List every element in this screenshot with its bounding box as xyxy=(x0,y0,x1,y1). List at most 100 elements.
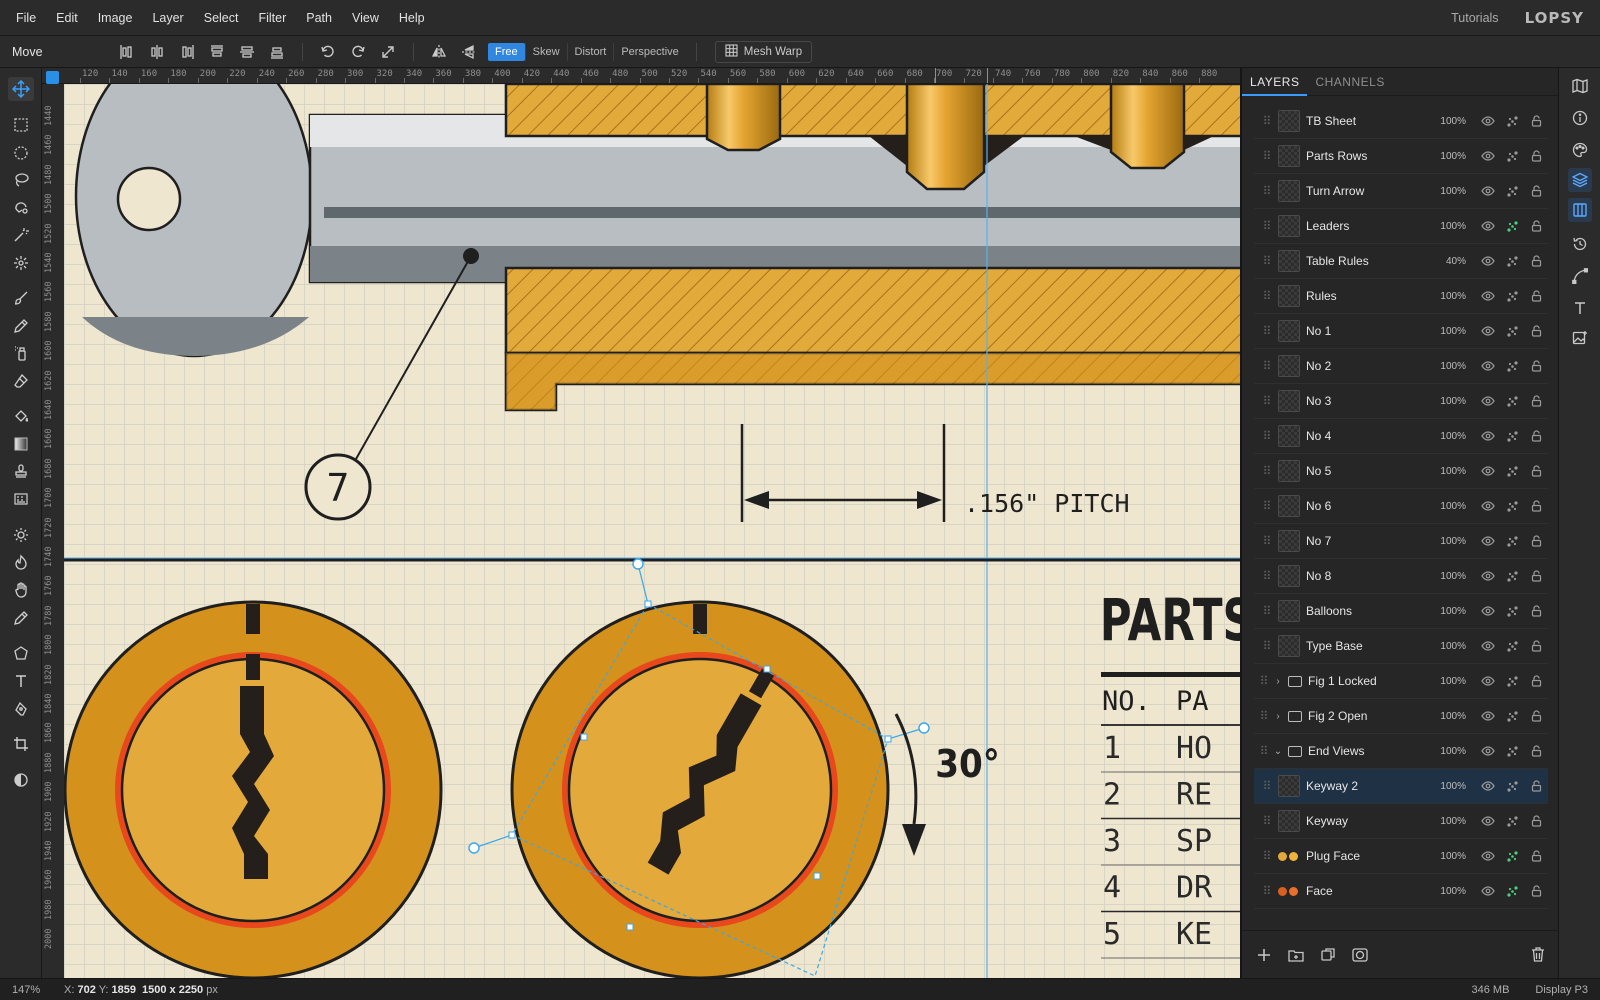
zoom-level[interactable]: 147% xyxy=(0,984,58,996)
drag-handle-icon[interactable]: ⠿ xyxy=(1254,499,1278,513)
effects-icon[interactable] xyxy=(1500,535,1524,548)
layer-row[interactable]: ⠿ Balloons 100% xyxy=(1254,594,1548,629)
layer-mask-icon[interactable] xyxy=(1350,945,1370,965)
effects-icon[interactable] xyxy=(1500,675,1524,688)
effects-icon[interactable] xyxy=(1500,185,1524,198)
lock-icon[interactable] xyxy=(1524,255,1548,267)
eye-icon[interactable] xyxy=(1476,186,1500,196)
tab-channels[interactable]: CHANNELS xyxy=(1307,68,1392,96)
layer-row[interactable]: ⠿ Turn Arrow 100% xyxy=(1254,174,1548,209)
burn-icon[interactable] xyxy=(8,550,34,574)
lock-icon[interactable] xyxy=(1524,430,1548,442)
layer-opacity[interactable]: 100% xyxy=(1432,291,1466,302)
layer-row[interactable]: ⠿ No 1 100% xyxy=(1254,314,1548,349)
layer-row[interactable]: ⠿ Keyway 100% xyxy=(1254,804,1548,839)
pattern-icon[interactable] xyxy=(8,487,34,511)
drag-handle-icon[interactable]: ⠿ xyxy=(1254,779,1278,793)
lock-icon[interactable] xyxy=(1524,570,1548,582)
drag-handle-icon[interactable]: ⠿ xyxy=(1254,464,1278,478)
pencil-icon[interactable] xyxy=(8,314,34,338)
effects-icon[interactable] xyxy=(1500,605,1524,618)
effects-icon[interactable] xyxy=(1500,465,1524,478)
dodge-icon[interactable] xyxy=(8,523,34,547)
layer-opacity[interactable]: 100% xyxy=(1432,186,1466,197)
eye-icon[interactable] xyxy=(1476,606,1500,616)
vertical-ruler[interactable]: 1440 1460 1480 1500 1520 1540 1560 1580 1600 1620… xyxy=(42,84,64,978)
layer-opacity[interactable]: 100% xyxy=(1432,571,1466,582)
effects-icon[interactable] xyxy=(1500,115,1524,128)
drag-handle-icon[interactable]: ⠿ xyxy=(1254,744,1272,758)
layers-icon[interactable] xyxy=(1568,168,1592,192)
drag-handle-icon[interactable]: ⠿ xyxy=(1254,569,1278,583)
effects-icon[interactable] xyxy=(1500,850,1524,863)
effects-icon[interactable] xyxy=(1500,815,1524,828)
eye-icon[interactable] xyxy=(1476,256,1500,266)
magic-wand-icon[interactable] xyxy=(8,223,34,247)
layer-row[interactable]: ⠿ › Fig 1 Locked 100% xyxy=(1254,664,1548,699)
menu-item[interactable]: File xyxy=(6,11,46,25)
layer-row[interactable]: ⠿ Rules 100% xyxy=(1254,279,1548,314)
scale-icon[interactable] xyxy=(377,41,399,63)
menu-item[interactable]: Help xyxy=(389,11,435,25)
lock-icon[interactable] xyxy=(1524,220,1548,232)
layer-opacity[interactable]: 100% xyxy=(1432,886,1466,897)
layer-row[interactable]: ⠿ TB Sheet 100% xyxy=(1254,104,1548,139)
drag-handle-icon[interactable]: ⠿ xyxy=(1254,324,1278,338)
effects-icon[interactable] xyxy=(1500,255,1524,268)
layer-opacity[interactable]: 100% xyxy=(1432,606,1466,617)
crop-icon[interactable] xyxy=(8,732,34,756)
drag-handle-icon[interactable]: ⠿ xyxy=(1254,534,1278,548)
layer-row[interactable]: ⠿ No 8 100% xyxy=(1254,559,1548,594)
eye-icon[interactable] xyxy=(1476,571,1500,581)
layer-row[interactable]: ⠿ Face 100% xyxy=(1254,874,1548,909)
eyedropper-icon[interactable] xyxy=(8,606,34,630)
flip-horizontal-icon[interactable] xyxy=(428,41,450,63)
lock-icon[interactable] xyxy=(1524,710,1548,722)
layer-row[interactable]: ⠿ No 2 100% xyxy=(1254,349,1548,384)
drag-handle-icon[interactable]: ⠿ xyxy=(1254,219,1278,233)
layer-row[interactable]: ⠿ Keyway 2 100% xyxy=(1254,769,1548,804)
layer-opacity[interactable]: 100% xyxy=(1432,501,1466,512)
drag-handle-icon[interactable]: ⠿ xyxy=(1254,814,1278,828)
layer-row[interactable]: ⠿ No 6 100% xyxy=(1254,489,1548,524)
drag-handle-icon[interactable]: ⠿ xyxy=(1254,674,1272,688)
layer-opacity[interactable]: 100% xyxy=(1432,536,1466,547)
image-adjust-icon[interactable] xyxy=(1568,326,1592,350)
lock-icon[interactable] xyxy=(1524,885,1548,897)
channels-icon[interactable] xyxy=(1568,198,1592,222)
eye-icon[interactable] xyxy=(1476,886,1500,896)
effects-icon[interactable] xyxy=(1500,885,1524,898)
color-profile[interactable]: Display P3 xyxy=(1535,984,1588,996)
layer-row[interactable]: ⠿ Plug Face 100% xyxy=(1254,839,1548,874)
layer-opacity[interactable]: 100% xyxy=(1432,746,1466,757)
move-tool-icon[interactable] xyxy=(8,77,34,101)
layer-row[interactable]: ⠿ Type Base 100% xyxy=(1254,629,1548,664)
layer-row[interactable]: ⠿ Table Rules 40% xyxy=(1254,244,1548,279)
polygon-icon[interactable] xyxy=(8,641,34,665)
ruler-origin[interactable] xyxy=(46,71,59,84)
guide-marker[interactable] xyxy=(987,68,988,83)
lock-icon[interactable] xyxy=(1524,500,1548,512)
drag-handle-icon[interactable]: ⠿ xyxy=(1254,359,1278,373)
eye-icon[interactable] xyxy=(1476,431,1500,441)
eye-icon[interactable] xyxy=(1476,116,1500,126)
chevron-down-icon[interactable]: ⌄ xyxy=(1272,746,1284,757)
paint-bucket-icon[interactable] xyxy=(8,404,34,428)
eye-icon[interactable] xyxy=(1476,291,1500,301)
drag-handle-icon[interactable]: ⠿ xyxy=(1254,184,1278,198)
lock-icon[interactable] xyxy=(1524,535,1548,547)
transform-mode-free-button[interactable]: Free xyxy=(488,42,525,61)
chevron-right-icon[interactable]: › xyxy=(1272,676,1284,687)
lock-icon[interactable] xyxy=(1524,640,1548,652)
menu-item[interactable]: Image xyxy=(88,11,143,25)
eye-icon[interactable] xyxy=(1476,711,1500,721)
drag-handle-icon[interactable]: ⠿ xyxy=(1254,849,1278,863)
layer-row[interactable]: ⠿ ⌄ End Views 100% xyxy=(1254,734,1548,769)
layer-opacity[interactable]: 100% xyxy=(1432,326,1466,337)
menu-item[interactable]: Filter xyxy=(248,11,296,25)
lock-icon[interactable] xyxy=(1524,745,1548,757)
effects-icon[interactable] xyxy=(1500,325,1524,338)
text-tool-icon[interactable] xyxy=(8,669,34,693)
horizontal-ruler[interactable]: 120 140 160 180 200 220 240 260 280 300 320 340 360 3… xyxy=(42,68,1240,84)
tutorials-link[interactable]: Tutorials xyxy=(1451,11,1498,25)
